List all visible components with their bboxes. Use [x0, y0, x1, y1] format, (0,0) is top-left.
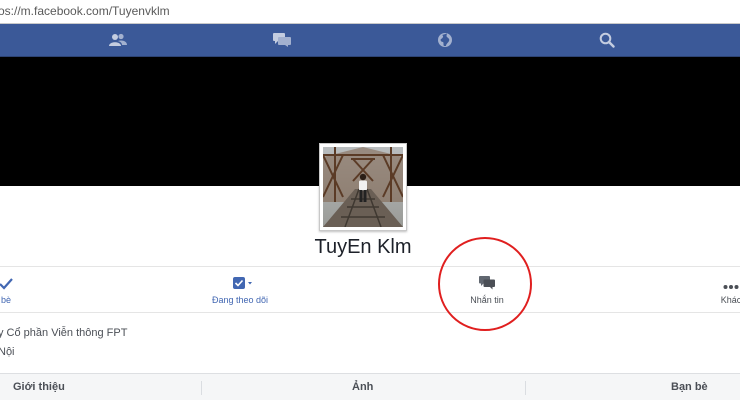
friend-button[interactable]: bè [0, 272, 26, 308]
checkmark-icon [0, 272, 26, 290]
friend-label: bè [0, 295, 11, 305]
url-text[interactable]: os://m.facebook.com/Tuyenvklm [0, 4, 170, 18]
tab-friends[interactable]: Bạn bè [671, 374, 708, 401]
friends-icon[interactable] [108, 31, 128, 49]
profile-name: TuyEn Klm [314, 236, 412, 258]
facebook-top-nav [0, 24, 740, 57]
tab-photos[interactable]: Ảnh [352, 374, 373, 401]
tab-about[interactable]: Giới thiệu [13, 374, 65, 401]
following-label: Đang theo dõi [211, 295, 269, 305]
highlight-circle [438, 237, 532, 331]
more-button[interactable]: Khác [714, 272, 740, 308]
divider-top [0, 266, 740, 267]
search-icon[interactable] [597, 31, 617, 49]
follow-check-icon [200, 272, 280, 290]
more-dots-icon [714, 272, 740, 290]
divider-actions [0, 312, 740, 313]
tab-separator [525, 381, 526, 395]
tab-separator [201, 381, 202, 395]
work-info: y Cổ phần Viễn thông FPT [0, 327, 128, 339]
following-button[interactable]: Đang theo dõi [200, 272, 280, 308]
messages-icon[interactable] [272, 31, 292, 49]
more-label: Khác [720, 295, 740, 305]
profile-tabs: Giới thiệu Ảnh Bạn bè [0, 373, 740, 400]
profile-picture[interactable] [319, 143, 407, 231]
location-info: Nội [0, 346, 15, 358]
globe-icon[interactable] [435, 31, 455, 49]
browser-address-bar[interactable]: os://m.facebook.com/Tuyenvklm [0, 0, 740, 24]
